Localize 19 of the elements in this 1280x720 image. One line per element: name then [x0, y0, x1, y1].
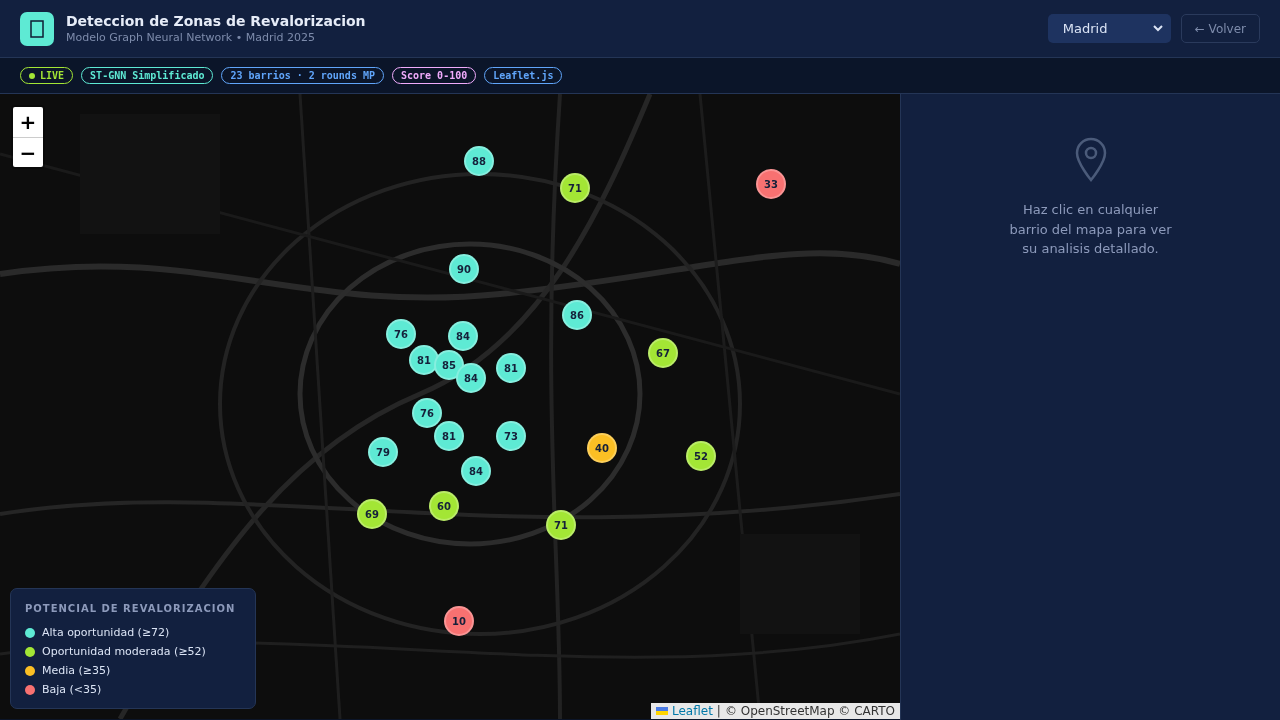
- back-button[interactable]: ← Volver: [1180, 14, 1260, 43]
- legend-label: Media (≥35): [42, 664, 111, 677]
- attribution-text: © OpenStreetMap © CARTO: [724, 704, 895, 718]
- legend-title: POTENCIAL DE REVALORIZACION: [25, 603, 237, 614]
- legend-label: Alta oportunidad (≥72): [42, 626, 170, 639]
- app-subtitle: Modelo Graph Neural Network • Madrid 2025: [66, 31, 316, 44]
- legend-label: Baja (<35): [42, 683, 102, 696]
- flag-icon: [656, 707, 668, 715]
- app-logo-icon: [20, 11, 54, 46]
- zoom-in-button[interactable]: +: [13, 107, 43, 137]
- app-title: Deteccion de Zonas de Revalorizacion: [66, 13, 366, 29]
- zoom-out-button[interactable]: −: [13, 137, 43, 167]
- attribution-separator: |: [716, 704, 721, 718]
- city-select[interactable]: Madrid: [1047, 14, 1171, 43]
- empty-state-message: Haz clic en cualquier barrio del mapa para ver su analisis detallado.: [1008, 201, 1173, 258]
- map-pin-icon: [1073, 136, 1108, 182]
- chevron-down-icon: [1152, 25, 1163, 32]
- leaflet-link[interactable]: Leaflet: [672, 704, 713, 718]
- legend-label: Oportunidad moderada (≥52): [42, 645, 206, 658]
